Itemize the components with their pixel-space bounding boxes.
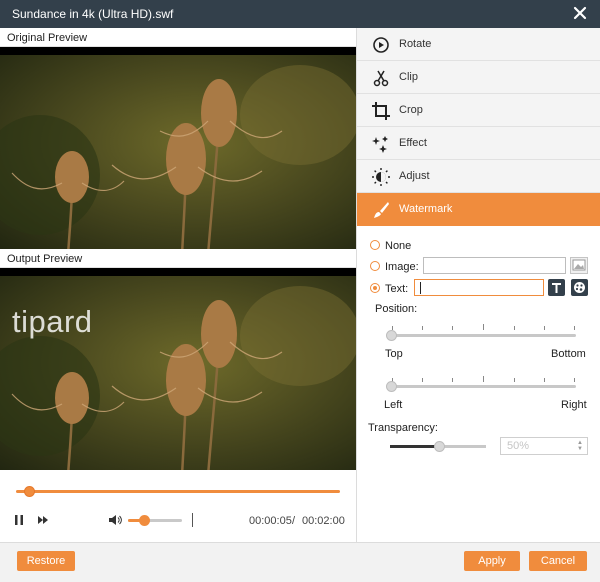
radio-image[interactable] [370, 261, 380, 271]
adjust-icon [372, 168, 390, 186]
text-label: Text: [385, 283, 409, 295]
apply-button[interactable]: Apply [464, 551, 520, 571]
restore-button[interactable]: Restore [17, 551, 75, 571]
cancel-button[interactable]: Cancel [529, 551, 587, 571]
slider-tick [514, 378, 515, 382]
left-label: Left [384, 399, 403, 411]
crop-icon [372, 102, 390, 120]
radio-text[interactable] [370, 283, 380, 293]
transparency-slider-fill [390, 445, 438, 448]
menu-item-effect[interactable]: Effect [357, 127, 600, 160]
slider-tick [483, 376, 484, 382]
menu-item-label: Crop [399, 104, 423, 116]
transparency-label: Transparency: [368, 422, 438, 434]
text-color-button[interactable] [571, 279, 588, 296]
menu-item-label: Watermark [399, 203, 453, 215]
top-label: Top [385, 348, 403, 360]
horizontal-position-handle[interactable] [386, 381, 397, 392]
image-label: Image: [385, 261, 419, 273]
slider-tick [452, 378, 453, 382]
vertical-position-handle[interactable] [386, 330, 397, 341]
menu-item-watermark[interactable]: Watermark [357, 193, 600, 226]
slider-tick [452, 326, 453, 330]
title-bar: Sundance in 4k (Ultra HD).swf [0, 0, 600, 28]
slider-tick [574, 326, 575, 330]
slider-tick [544, 378, 545, 382]
pause-icon[interactable] [12, 513, 26, 527]
vertical-position-track[interactable] [390, 334, 576, 337]
output-preview-label: Output Preview [0, 249, 356, 268]
original-preview-label: Original Preview [0, 28, 356, 47]
position-label: Position: [375, 303, 418, 315]
time-separator: / [292, 515, 296, 527]
menu-item-rotate[interactable]: Rotate [357, 28, 600, 61]
menu-item-label: Clip [399, 71, 418, 83]
spin-arrows-icon[interactable]: ▲ ▼ [577, 440, 583, 452]
text-caret [420, 282, 421, 294]
image-path-field[interactable] [423, 257, 566, 274]
next-frame-icon[interactable] [36, 513, 50, 527]
slider-tick [514, 326, 515, 330]
output-preview-video: tipard [0, 268, 356, 470]
window-title: Sundance in 4k (Ultra HD).swf [12, 7, 174, 21]
transparency-value: 50% [507, 440, 530, 452]
sparkle-icon [372, 136, 388, 153]
brush-icon [374, 202, 389, 218]
transparency-slider-handle[interactable] [434, 441, 445, 452]
text-format-icon [552, 283, 561, 293]
browse-image-button[interactable] [570, 257, 588, 274]
current-time: 00:00:05 [249, 515, 292, 527]
playback-progress-handle[interactable] [23, 486, 35, 497]
slider-tick [544, 326, 545, 330]
menu-item-label: Adjust [399, 170, 430, 182]
palette-icon [574, 282, 585, 293]
menu-item-label: Rotate [399, 38, 432, 50]
bottom-label: Bottom [551, 348, 586, 360]
playback-progress-track[interactable] [16, 490, 340, 493]
scissors-icon [373, 70, 389, 87]
transparency-spinbox[interactable]: 50% ▲ ▼ [500, 437, 588, 455]
radio-none[interactable] [370, 240, 380, 250]
watermark-text-field[interactable] [414, 279, 544, 296]
menu-item-label: Effect [399, 137, 427, 149]
transparency-slider-track[interactable] [438, 445, 486, 448]
text-style-button[interactable] [548, 279, 565, 296]
slider-tick [574, 378, 575, 382]
right-label: Right [561, 399, 587, 411]
image-icon [572, 259, 586, 271]
menu-item-crop[interactable]: Crop [357, 94, 600, 127]
volume-icon[interactable] [108, 513, 122, 527]
rotate-icon [373, 37, 389, 53]
close-icon[interactable] [572, 5, 588, 21]
slider-tick [422, 326, 423, 330]
watermark-overlay-text: tipard [12, 304, 93, 339]
menu-item-adjust[interactable]: Adjust [357, 160, 600, 193]
original-preview-video [0, 47, 356, 249]
slider-tick [422, 378, 423, 382]
control-divider [192, 513, 193, 527]
total-time: 00:02:00 [302, 515, 345, 527]
none-label: None [385, 240, 412, 252]
horizontal-position-track[interactable] [390, 385, 576, 388]
slider-tick [483, 324, 484, 330]
menu-item-clip[interactable]: Clip [357, 61, 600, 94]
